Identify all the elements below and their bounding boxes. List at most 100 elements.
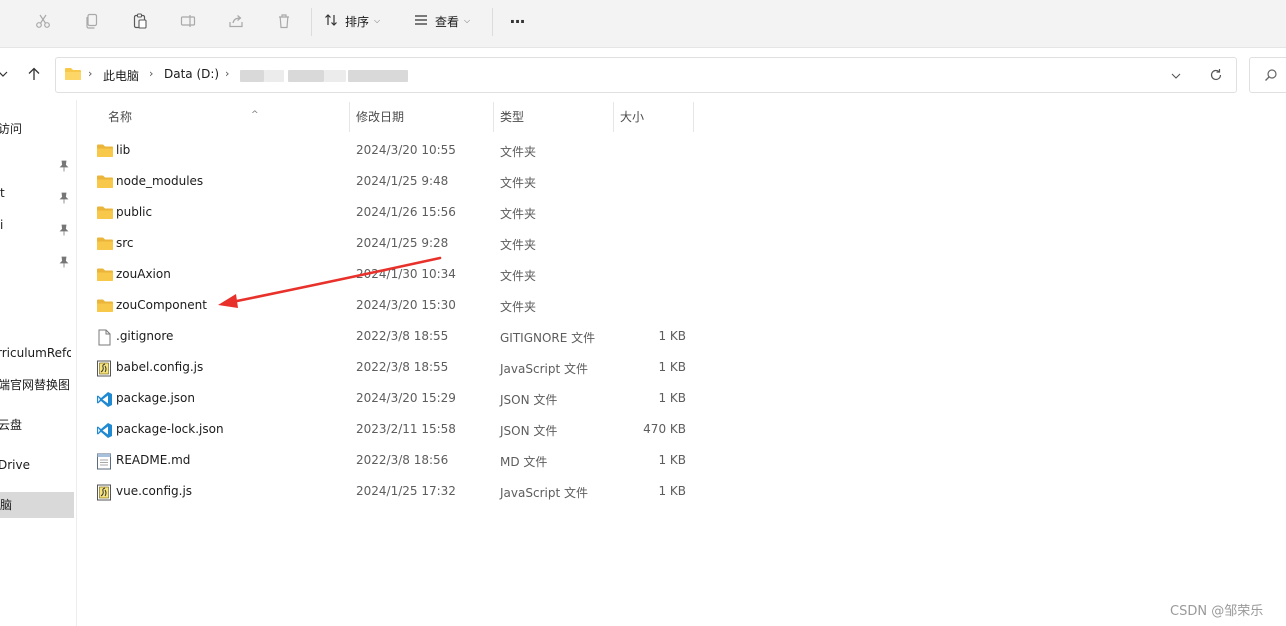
file-row[interactable]: zouComponent 2024/3/20 15:30 文件夹 (92, 290, 692, 321)
sidebar-item-label: 访问 (0, 122, 23, 136)
up-arrow-icon[interactable] (23, 63, 45, 85)
chevron-down-icon[interactable] (1171, 70, 1181, 84)
file-name: node_modules (116, 174, 204, 188)
sidebar-item-folder[interactable]: 端官网替换图 (0, 372, 72, 398)
sort-label: 排序 (345, 14, 370, 29)
chevron-down-icon[interactable] (0, 63, 14, 85)
share-icon[interactable] (223, 8, 249, 34)
refresh-icon[interactable] (1209, 68, 1223, 85)
file-type: JSON 文件 (500, 424, 558, 438)
more-options-button[interactable]: ··· (503, 8, 531, 34)
file-name: package.json (116, 391, 196, 405)
file-name: .gitignore (116, 329, 174, 343)
trash-icon[interactable] (271, 8, 297, 34)
column-header-name[interactable]: 名称 ^ (108, 106, 348, 132)
sidebar-item-pinned[interactable]: t (0, 180, 74, 206)
column-header-type[interactable]: 类型 (500, 106, 610, 132)
breadcrumb-chevron-icon: › (88, 67, 93, 80)
file-type: 文件夹 (500, 207, 537, 221)
file-date: 2024/3/20 10:55 (356, 143, 456, 157)
file-row[interactable]: babel.config.js 2022/3/8 18:55 JavaScript … (92, 352, 692, 383)
file-size: 1 KB (658, 329, 686, 343)
scissors-icon[interactable] (30, 8, 56, 34)
breadcrumb-this-pc[interactable]: 此电脑 (103, 67, 139, 84)
sidebar-item-folder[interactable]: rriculumReform (0, 340, 71, 366)
file-row[interactable]: public 2024/1/26 15:56 文件夹 (92, 197, 692, 228)
sidebar-item-quick-access[interactable]: 访问 (0, 116, 72, 142)
folder-icon (96, 143, 113, 160)
folder-icon (64, 66, 82, 85)
sidebar-item-cloud[interactable]: 云盘 (0, 412, 72, 438)
toolbar-divider (492, 8, 493, 36)
pin-icon (58, 155, 70, 172)
view-button[interactable]: 查看 ⌵ (413, 8, 483, 34)
rename-icon[interactable] (175, 8, 201, 34)
file-type: 文件夹 (500, 176, 537, 190)
file-type: 文件夹 (500, 145, 537, 159)
sidebar-item-onedrive[interactable]: Drive (0, 452, 72, 478)
redacted-path (324, 70, 346, 82)
file-row[interactable]: package.json 2024/3/20 15:29 JSON 文件 1 KB (92, 383, 692, 414)
sidebar-item-label: rriculumReform (0, 346, 71, 360)
redacted-path (348, 70, 408, 82)
file-size: 1 KB (658, 360, 686, 374)
folder-icon (96, 298, 113, 315)
sidebar-item-label: 端官网替换图 (0, 378, 71, 392)
column-divider[interactable] (613, 102, 614, 132)
chevron-down-icon: ⌵ (374, 16, 381, 25)
sidebar-item-pinned[interactable] (0, 148, 74, 174)
file-date: 2024/1/25 9:48 (356, 174, 449, 188)
folder-icon (96, 174, 113, 191)
pin-icon (58, 251, 70, 268)
address-bar[interactable]: › 此电脑 › Data (D:) › (55, 57, 1237, 93)
file-row[interactable]: README.md 2022/3/8 18:56 MD 文件 1 KB (92, 445, 692, 476)
sidebar-item-label: 脑 (0, 498, 13, 512)
js-file-icon (96, 484, 113, 501)
file-row[interactable]: vue.config.js 2024/1/25 17:32 JavaScript 文… (92, 476, 692, 507)
column-label: 名称 (108, 110, 133, 124)
column-divider[interactable] (493, 102, 494, 132)
file-icon (96, 329, 113, 346)
search-input[interactable] (1249, 57, 1286, 93)
file-name: package-lock.json (116, 422, 224, 436)
column-header-date[interactable]: 修改日期 (356, 106, 486, 132)
file-date: 2022/3/8 18:56 (356, 453, 449, 467)
file-date: 2024/1/25 17:32 (356, 484, 456, 498)
view-icon (413, 12, 429, 31)
sidebar-item-label: Drive (0, 458, 30, 472)
sidebar-item-pinned[interactable] (0, 244, 74, 270)
file-type: 文件夹 (500, 300, 537, 314)
js-file-icon (96, 360, 113, 377)
file-list: 名称 ^ 修改日期 类型 大小 lib 2024/3/20 10:55 文件夹 nod… (76, 100, 1286, 626)
column-header-size[interactable]: 大小 (620, 106, 690, 132)
file-row[interactable]: lib 2024/3/20 10:55 文件夹 (92, 135, 692, 166)
column-divider[interactable] (349, 102, 350, 132)
navigation-pane: 访问 t i rriculumReform 端官网替换图 云盘 Drive 脑 (0, 100, 77, 626)
file-name: zouAxion (116, 267, 171, 281)
file-row[interactable]: package-lock.json 2023/2/11 15:58 JSON 文件 4… (92, 414, 692, 445)
breadcrumb-chevron-icon: › (149, 67, 154, 80)
paste-icon[interactable] (127, 8, 153, 34)
text-file-icon (96, 453, 113, 470)
sidebar-item-label: i (0, 218, 4, 232)
redacted-path (288, 70, 324, 82)
file-type: MD 文件 (500, 455, 548, 469)
file-row[interactable]: .gitignore 2022/3/8 18:55 GITIGNORE 文件 1 KB (92, 321, 692, 352)
file-size: 1 KB (658, 484, 686, 498)
file-date: 2024/1/26 15:56 (356, 205, 456, 219)
column-divider[interactable] (693, 102, 694, 132)
breadcrumb-drive[interactable]: Data (D:) (164, 67, 219, 81)
chevron-down-icon: ⌵ (464, 16, 471, 25)
file-row[interactable]: src 2024/1/25 9:28 文件夹 (92, 228, 692, 259)
file-size: 1 KB (658, 391, 686, 405)
file-name: babel.config.js (116, 360, 204, 374)
address-row: › 此电脑 › Data (D:) › (0, 57, 1286, 93)
sort-button[interactable]: 排序 ⌵ (323, 8, 393, 34)
file-row[interactable]: node_modules 2024/1/25 9:48 文件夹 (92, 166, 692, 197)
file-row[interactable]: zouAxion 2024/1/30 10:34 文件夹 (92, 259, 692, 290)
file-size: 1 KB (658, 453, 686, 467)
sidebar-item-this-pc[interactable]: 脑 (0, 492, 74, 518)
folder-icon (96, 205, 113, 222)
copy-icon[interactable] (79, 8, 105, 34)
sidebar-item-pinned[interactable]: i (0, 212, 74, 238)
